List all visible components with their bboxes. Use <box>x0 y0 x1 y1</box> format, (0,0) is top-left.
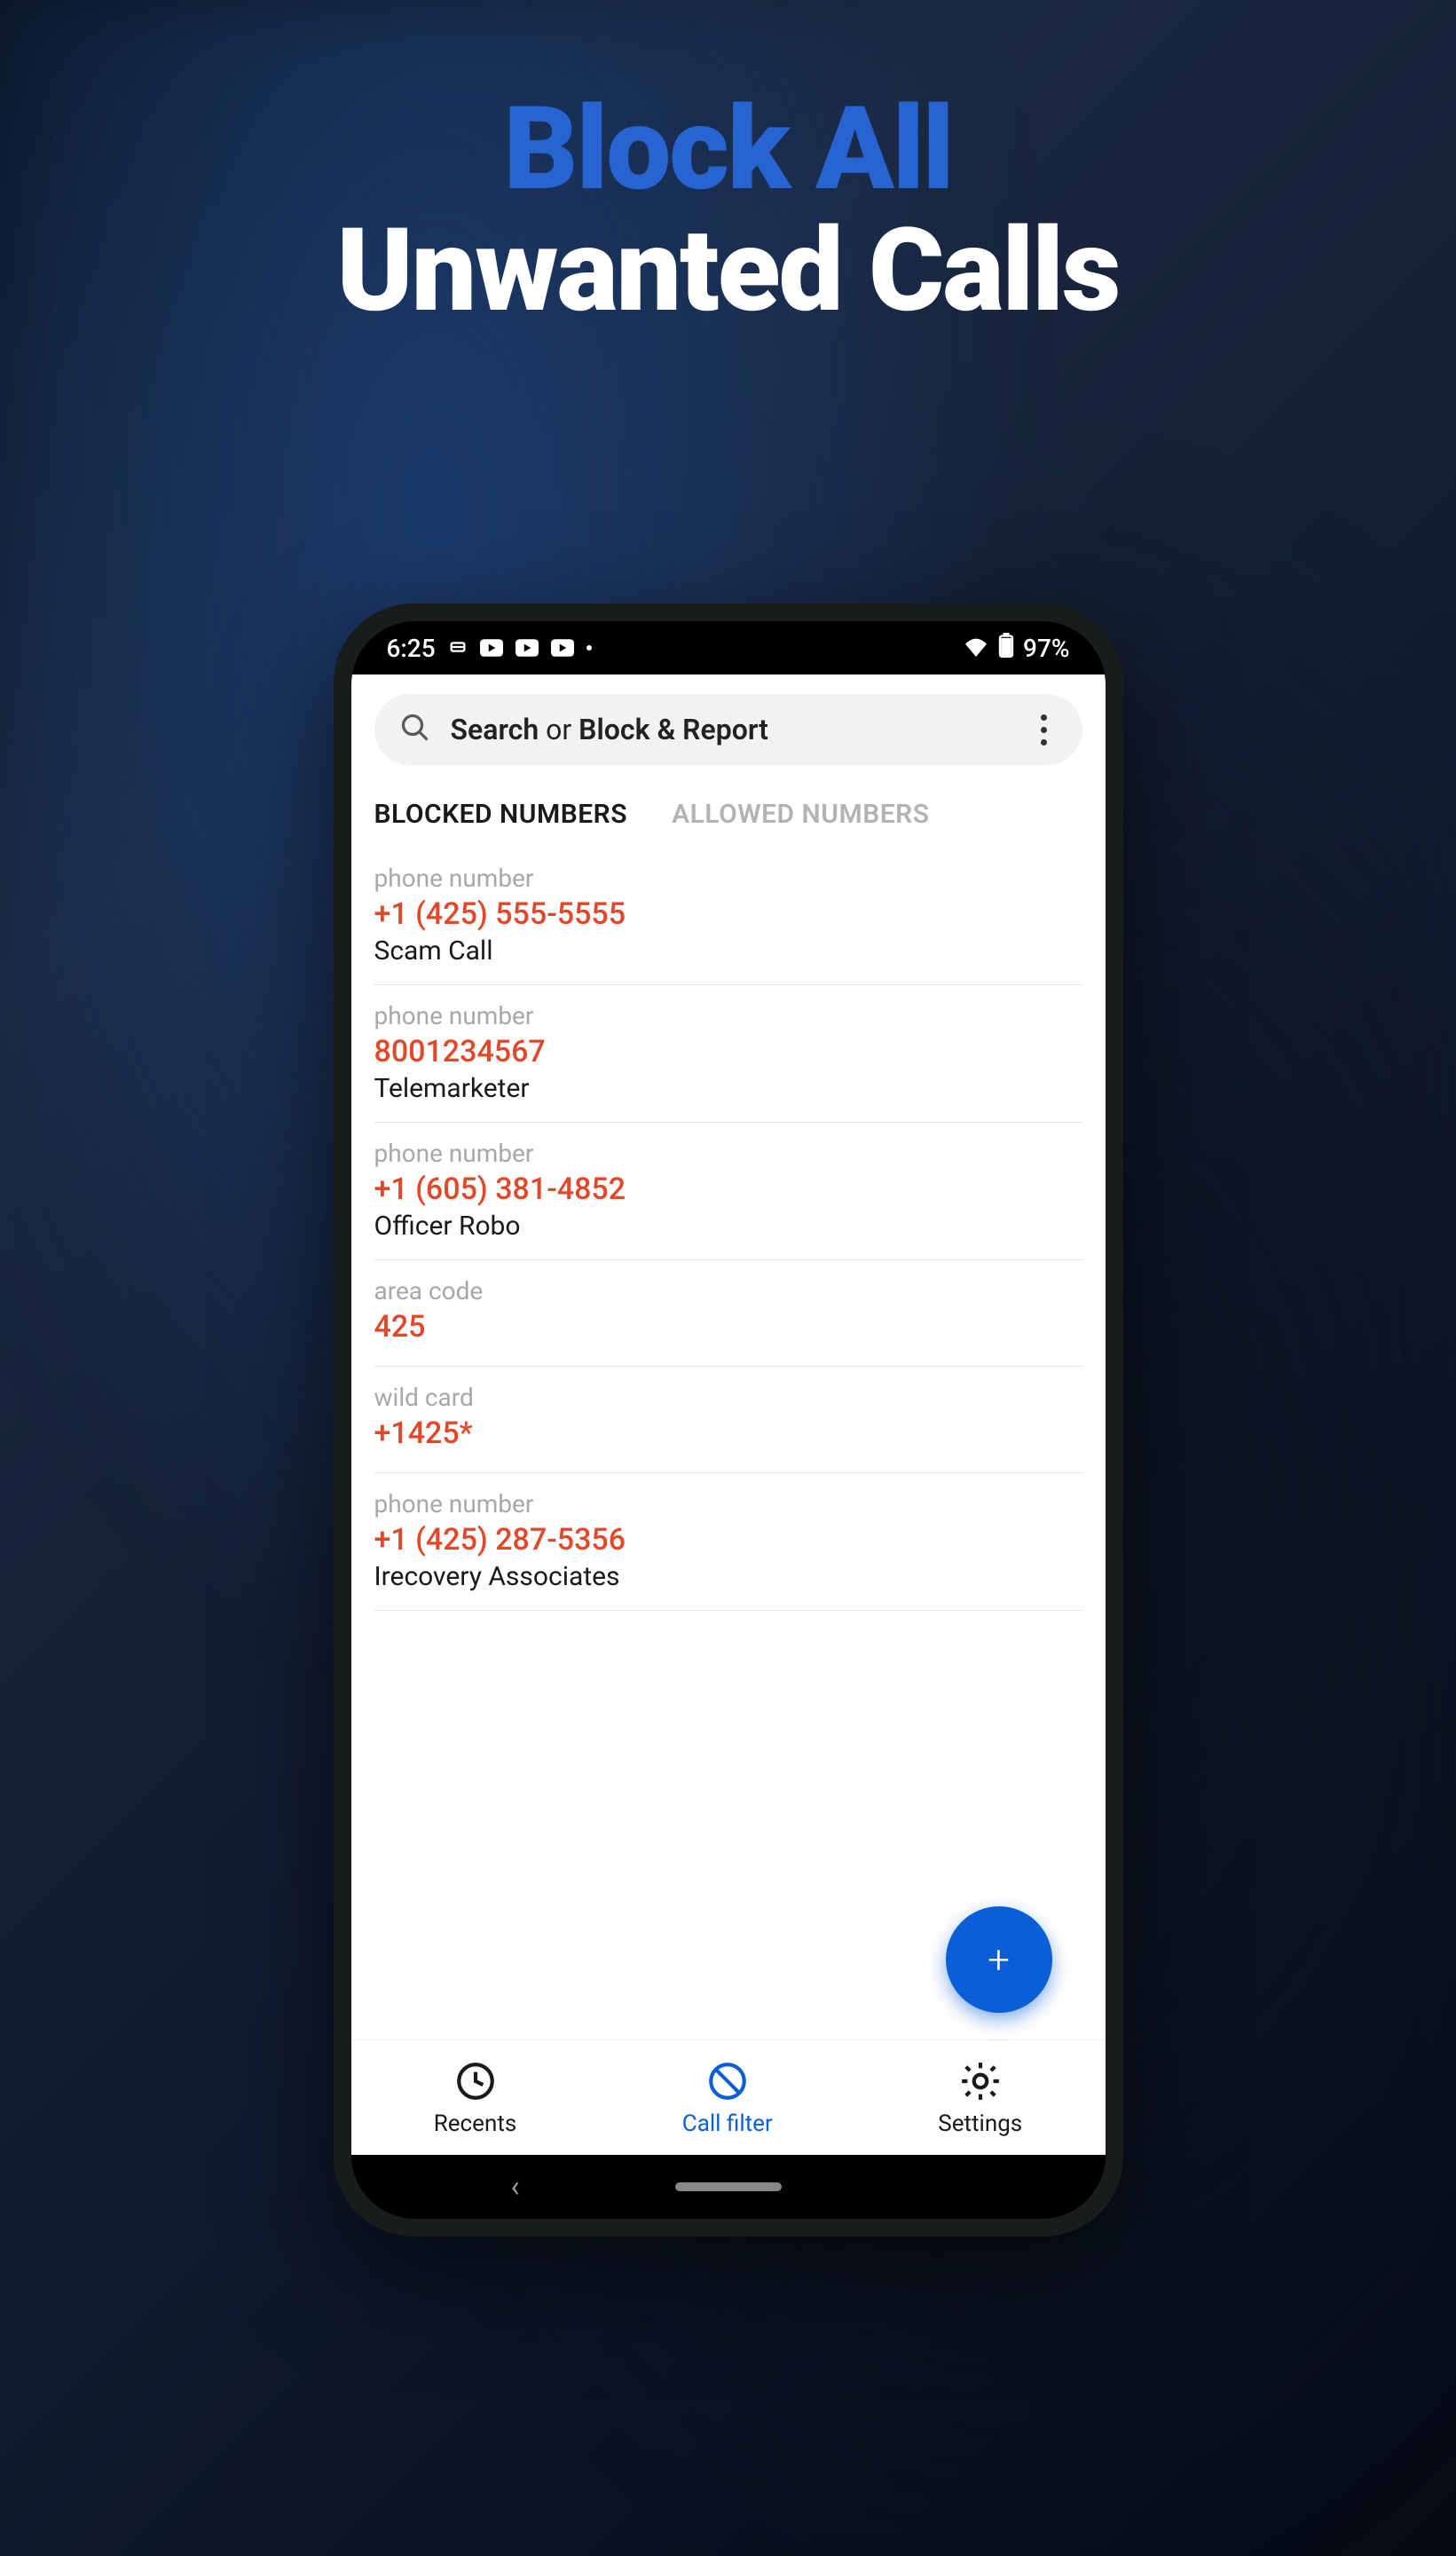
gear-icon <box>958 2059 1003 2107</box>
entry-value: 425 <box>374 1309 1082 1345</box>
clock-icon <box>453 2059 498 2107</box>
overflow-menu-icon[interactable] <box>1031 714 1058 746</box>
plus-icon: + <box>988 1937 1010 1983</box>
system-nav: ‹ <box>351 2155 1106 2219</box>
entry-type: phone number <box>374 1001 1082 1030</box>
nav-recents[interactable]: Recents <box>434 2059 517 2137</box>
blocked-list: phone number +1 (425) 555-5555 Scam Call… <box>351 848 1106 1611</box>
hero-title: Block All Unwanted Calls <box>0 89 1456 331</box>
tabs: BLOCKED NUMBERS ALLOWED NUMBERS <box>351 777 1106 848</box>
list-item[interactable]: area code 425 <box>374 1260 1082 1367</box>
entry-value: +1 (425) 287-5356 <box>374 1522 1082 1558</box>
search-icon <box>399 712 431 747</box>
search-placeholder: Search or Block & Report <box>451 713 1011 746</box>
list-item[interactable]: wild card +1425* <box>374 1367 1082 1473</box>
tab-blocked-numbers[interactable]: BLOCKED NUMBERS <box>374 799 628 830</box>
list-item[interactable]: phone number +1 (605) 381-4852 Officer R… <box>374 1123 1082 1260</box>
entry-type: wild card <box>374 1383 1082 1412</box>
nav-settings[interactable]: Settings <box>938 2059 1022 2137</box>
entry-type: phone number <box>374 864 1082 893</box>
tab-allowed-numbers[interactable]: ALLOWED NUMBERS <box>672 799 929 830</box>
entry-value: 8001234567 <box>374 1034 1082 1069</box>
bottom-nav: Recents Call filter Settings <box>351 2039 1106 2155</box>
entry-name: Officer Robo <box>374 1211 1082 1242</box>
phone-screen: 6:25 <box>351 621 1106 2219</box>
status-time: 6:25 <box>387 634 436 663</box>
list-item[interactable]: phone number 8001234567 Telemarketer <box>374 985 1082 1123</box>
phone-frame: 6:25 <box>334 604 1123 2236</box>
list-item[interactable]: phone number +1 (425) 555-5555 Scam Call <box>374 848 1082 985</box>
youtube-icon <box>480 634 503 663</box>
entry-type: phone number <box>374 1489 1082 1519</box>
nav-label: Recents <box>434 2110 517 2137</box>
youtube-icon <box>516 634 539 663</box>
entry-value: +1 (605) 381-4852 <box>374 1172 1082 1207</box>
hero-line2: Unwanted Calls <box>0 210 1456 332</box>
entry-type: phone number <box>374 1139 1082 1168</box>
battery-icon <box>998 633 1014 664</box>
youtube-icon <box>551 634 574 663</box>
list-item[interactable]: phone number +1 (425) 287-5356 Irecovery… <box>374 1473 1082 1611</box>
nav-label: Settings <box>938 2110 1022 2137</box>
add-button[interactable]: + <box>946 1906 1052 2013</box>
entry-type: area code <box>374 1276 1082 1306</box>
wifi-icon <box>963 634 989 663</box>
home-pill[interactable] <box>675 2182 782 2191</box>
nav-label: Call filter <box>682 2110 773 2137</box>
notification-icon <box>448 634 468 663</box>
entry-name: Irecovery Associates <box>374 1561 1082 1592</box>
hero-line1: Block All <box>0 89 1456 210</box>
entry-name: Scam Call <box>374 935 1082 966</box>
notification-dot <box>586 645 592 651</box>
entry-value: +1 (425) 555-5555 <box>374 896 1082 932</box>
nav-call-filter[interactable]: Call filter <box>682 2059 773 2137</box>
search-box[interactable]: Search or Block & Report <box>374 694 1082 765</box>
entry-value: +1425* <box>374 1416 1082 1451</box>
status-battery: 97% <box>1023 634 1069 663</box>
back-icon[interactable]: ‹ <box>511 2169 520 2205</box>
entry-name: Telemarketer <box>374 1073 1082 1104</box>
block-icon <box>705 2059 750 2107</box>
status-bar: 6:25 <box>351 621 1106 674</box>
